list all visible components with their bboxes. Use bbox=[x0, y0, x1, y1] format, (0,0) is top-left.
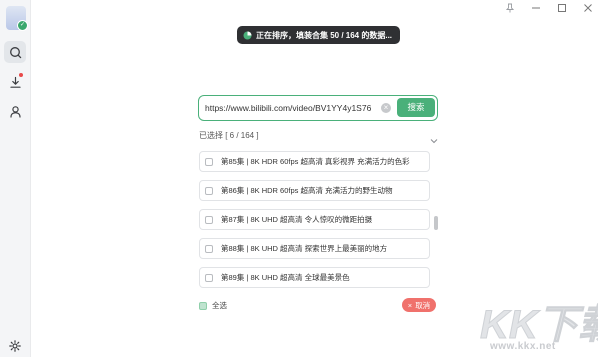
episode-title: 第85集 | 8K HDR 60fps 超高清 真彩视界 充满活力的色彩 bbox=[221, 157, 410, 166]
select-all[interactable]: 全选 bbox=[199, 300, 227, 311]
watermark-url: www.kkx.net bbox=[490, 341, 556, 352]
minimize-icon[interactable] bbox=[530, 2, 542, 14]
status-toast: 正在排序，填装合集 50 / 164 的数据... bbox=[237, 26, 401, 44]
loading-icon bbox=[243, 31, 252, 39]
search-icon bbox=[9, 46, 21, 58]
avatar[interactable]: ✓ bbox=[6, 6, 28, 31]
sidebar-download-button[interactable] bbox=[4, 71, 26, 93]
episode-title: 第86集 | 8K HDR 60fps 超高清 充满活力的野生动物 bbox=[221, 186, 393, 195]
settings-button[interactable] bbox=[9, 339, 21, 357]
settings-icon bbox=[9, 340, 21, 352]
avatar-badge-icon: ✓ bbox=[17, 20, 28, 31]
selected-count: 已选择 [ 6 / 164 ] bbox=[199, 131, 259, 140]
episode-checkbox[interactable] bbox=[205, 186, 213, 195]
cancel-label: 取消 bbox=[415, 300, 431, 310]
clear-input-icon[interactable]: × bbox=[381, 103, 391, 113]
close-icon[interactable] bbox=[582, 2, 594, 14]
list-item[interactable]: 第86集 | 8K HDR 60fps 超高清 充满活力的野生动物 bbox=[199, 180, 430, 201]
episode-checkbox[interactable] bbox=[205, 244, 213, 253]
user-icon bbox=[9, 105, 21, 118]
episode-title: 第87集 | 8K UHD 超高清 令人惊叹的微距拍摄 bbox=[221, 215, 373, 224]
episode-checkbox[interactable] bbox=[205, 157, 213, 166]
window-controls bbox=[504, 2, 594, 14]
download-icon bbox=[9, 76, 21, 88]
chevron-down-icon[interactable] bbox=[430, 131, 438, 149]
search-button[interactable]: 搜索 bbox=[397, 98, 435, 117]
list-item[interactable]: 第85集 | 8K HDR 60fps 超高清 真彩视界 充满活力的色彩 bbox=[199, 151, 430, 172]
cancel-button[interactable]: × 取消 bbox=[402, 298, 436, 312]
list-item[interactable]: 第87集 | 8K UHD 超高清 令人惊叹的微距拍摄 bbox=[199, 209, 430, 230]
toast-text: 正在排序，填装合集 50 / 164 的数据... bbox=[256, 30, 393, 40]
url-input[interactable] bbox=[205, 100, 375, 116]
download-notification-dot bbox=[19, 73, 23, 77]
episode-list: 第85集 | 8K HDR 60fps 超高清 真彩视界 充满活力的色彩 第86… bbox=[199, 148, 434, 288]
episode-checkbox[interactable] bbox=[205, 273, 213, 282]
cancel-icon: × bbox=[407, 300, 413, 310]
list-scrollbar[interactable] bbox=[434, 150, 438, 286]
sidebar: ✓ bbox=[0, 0, 31, 357]
maximize-icon[interactable] bbox=[556, 2, 568, 14]
sidebar-search-button[interactable] bbox=[4, 41, 26, 63]
list-item[interactable]: 第88集 | 8K UHD 超高清 探索世界上最美丽的地方 bbox=[199, 238, 430, 259]
url-search-bar: × 搜索 bbox=[198, 95, 438, 121]
episode-checkbox[interactable] bbox=[205, 215, 213, 224]
list-item[interactable]: 第89集 | 8K UHD 超高清 全球最美景色 bbox=[199, 267, 430, 288]
sidebar-user-button[interactable] bbox=[4, 100, 26, 122]
episode-title: 第89集 | 8K UHD 超高清 全球最美景色 bbox=[221, 273, 350, 282]
pin-icon[interactable] bbox=[504, 2, 516, 14]
select-all-label: 全选 bbox=[212, 301, 227, 310]
episode-title: 第88集 | 8K UHD 超高清 探索世界上最美丽的地方 bbox=[221, 244, 388, 253]
scrollbar-thumb[interactable] bbox=[434, 216, 438, 230]
select-all-checkbox[interactable] bbox=[199, 301, 207, 310]
